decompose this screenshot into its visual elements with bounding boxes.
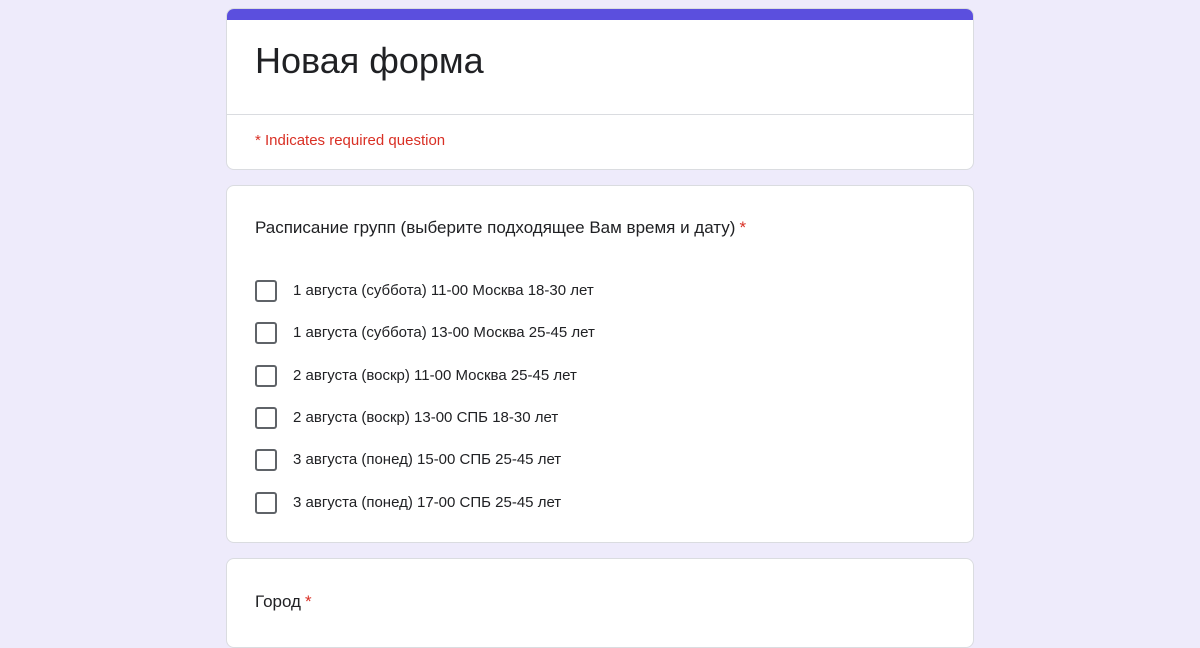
question-title-text: Город	[255, 592, 301, 611]
option-label: 2 августа (воскр) 13-00 СПБ 18-30 лет	[293, 409, 559, 427]
checkbox-option[interactable]: 1 августа (суббота) 11-00 Москва 18-30 л…	[255, 270, 595, 312]
required-star: *	[739, 218, 747, 237]
form-accent-bar	[227, 9, 973, 20]
option-label: 3 августа (понед) 15-00 СПБ 25-45 лет	[293, 451, 562, 469]
header-divider	[227, 114, 973, 115]
option-label: 1 августа (суббота) 13-00 Москва 25-45 л…	[293, 324, 595, 342]
checkbox-option[interactable]: 1 августа (суббота) 13-00 Москва 25-45 л…	[255, 312, 595, 354]
checkbox-option[interactable]: 2 августа (воскр) 11-00 Москва 25-45 лет	[255, 355, 595, 397]
checkbox[interactable]	[255, 407, 277, 430]
checkbox-options: 1 августа (суббота) 11-00 Москва 18-30 л…	[255, 270, 595, 524]
form-column: Новая форма * Indicates required questio…	[226, 8, 974, 648]
checkbox-option[interactable]: 3 августа (понед) 15-00 СПБ 25-45 лет	[255, 439, 595, 481]
question-card-city: Город *	[226, 558, 974, 648]
option-label: 2 августа (воскр) 11-00 Москва 25-45 лет	[293, 366, 577, 384]
checkbox[interactable]	[255, 491, 277, 514]
checkbox-option[interactable]: 3 августа (понед) 17-00 СПБ 25-45 лет	[255, 481, 595, 523]
required-star: *	[304, 592, 312, 611]
question-title: Город *	[255, 590, 312, 614]
checkbox[interactable]	[255, 322, 277, 345]
checkbox-option[interactable]: 2 августа (воскр) 13-00 СПБ 18-30 лет	[255, 397, 595, 439]
checkbox[interactable]	[255, 364, 277, 387]
question-title: Расписание групп (выберите подходящее Ва…	[255, 216, 746, 240]
option-label: 1 августа (суббота) 11-00 Москва 18-30 л…	[293, 282, 594, 300]
question-title-text: Расписание групп (выберите подходящее Ва…	[255, 218, 736, 237]
checkbox[interactable]	[255, 280, 277, 303]
question-card-schedule: Расписание групп (выберите подходящее Ва…	[226, 185, 974, 543]
option-label: 3 августа (понед) 17-00 СПБ 25-45 лет	[293, 493, 562, 511]
form-header-card: Новая форма * Indicates required questio…	[226, 8, 974, 170]
required-note: * Indicates required question	[255, 132, 446, 149]
form-title: Новая форма	[255, 40, 484, 81]
checkbox[interactable]	[255, 449, 277, 472]
